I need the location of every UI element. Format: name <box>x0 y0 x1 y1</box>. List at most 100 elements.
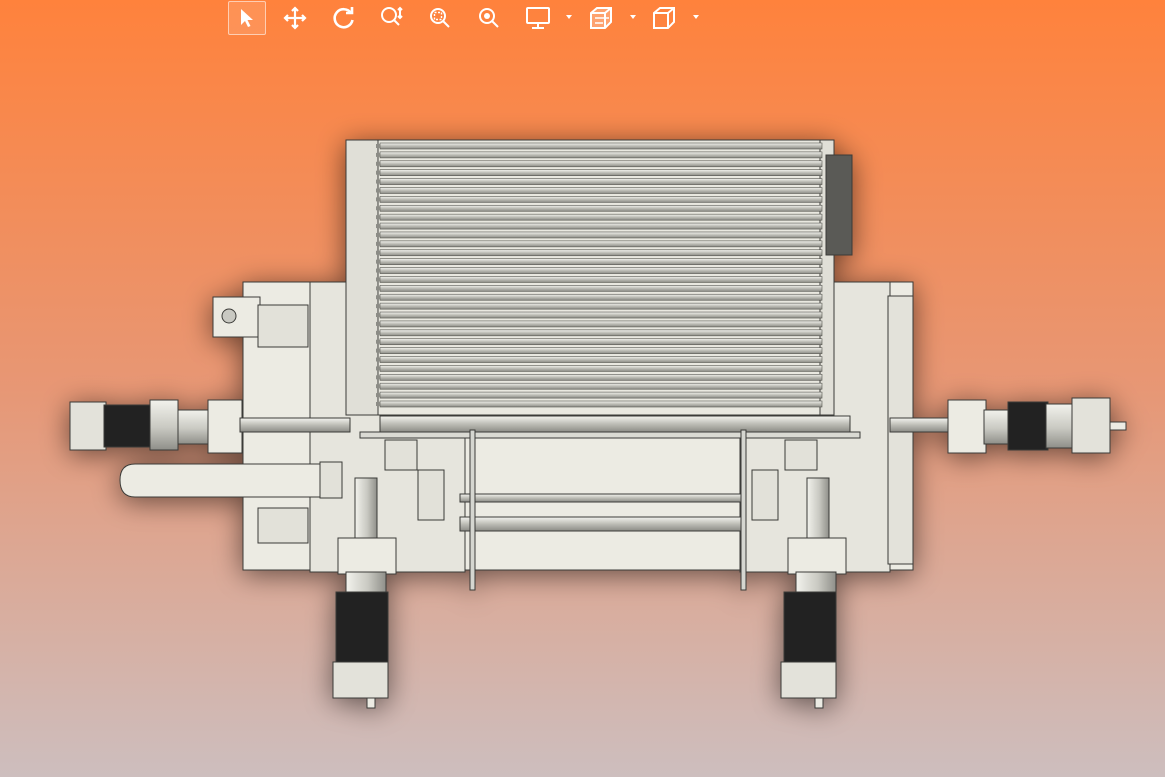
roller <box>379 151 823 159</box>
roller-end-cap <box>376 348 380 353</box>
right-support-leg <box>740 429 747 591</box>
roller <box>379 285 823 292</box>
roller-end-cap <box>376 250 380 255</box>
roller <box>379 391 823 399</box>
left-lower-clamp <box>257 507 309 544</box>
roller-end-cap <box>376 402 380 406</box>
roller-end-cap <box>376 197 380 202</box>
top-right-motor-box <box>825 154 853 256</box>
section-view-button[interactable] <box>582 1 620 35</box>
view-toolbar <box>0 0 1165 40</box>
roller <box>379 169 823 176</box>
zoom-fit-icon <box>479 8 499 28</box>
roller <box>379 329 823 337</box>
roller-end-cap <box>376 179 380 184</box>
roller <box>379 338 823 346</box>
roller <box>379 356 823 363</box>
left-lever-hub <box>319 461 343 499</box>
display-style-dropdown[interactable] <box>564 9 574 25</box>
left-support-leg <box>469 429 476 591</box>
right-guide-block <box>784 439 818 471</box>
roller-end-cap <box>376 357 380 362</box>
bottom-rod-lower <box>459 516 746 532</box>
front-rail-lower <box>359 431 861 439</box>
roller-end-cap <box>376 170 380 175</box>
roller <box>379 347 823 354</box>
chevron-down-icon <box>630 15 636 19</box>
roller-end-cap <box>376 295 380 300</box>
view-cube-icon <box>653 7 675 29</box>
roller-end-cap <box>376 286 380 291</box>
section-view-dropdown[interactable] <box>628 9 638 25</box>
roller <box>379 204 823 212</box>
left-slide-block <box>417 469 445 521</box>
roller <box>379 213 823 221</box>
cad-viewport[interactable] <box>0 0 1165 777</box>
roller-end-cap <box>376 321 380 326</box>
left-lever-arm <box>119 463 341 498</box>
rotate-icon <box>333 7 354 29</box>
bracket-hole <box>221 308 237 324</box>
left-guide-block <box>384 439 418 471</box>
zoom-in-out-icon <box>381 6 403 26</box>
roller <box>379 222 823 230</box>
roller <box>379 320 823 328</box>
roller-end-cap <box>376 366 380 371</box>
roller-end-cap <box>376 384 380 389</box>
roller-frame-left-post <box>345 139 379 416</box>
right-slide-block <box>751 469 779 521</box>
zoom-fit-button[interactable] <box>470 1 508 35</box>
roller-end-cap <box>376 268 380 273</box>
left-upper-clamp <box>257 304 309 348</box>
select-tool-button[interactable] <box>228 1 266 35</box>
select-arrow-icon <box>241 9 253 27</box>
roller <box>379 267 823 274</box>
roller <box>379 374 823 381</box>
roller-end-cap <box>376 206 380 211</box>
roller-end-cap <box>376 393 380 398</box>
view-orientation-dropdown[interactable] <box>691 9 701 25</box>
bottom-rod-upper <box>459 493 746 503</box>
roller-end-cap <box>376 224 380 229</box>
roller <box>379 311 823 319</box>
section-view-icon <box>590 7 612 29</box>
roller <box>379 178 823 185</box>
roller-end-cap <box>376 144 380 148</box>
chevron-down-icon <box>693 15 699 19</box>
rotate-tool-button[interactable] <box>325 1 363 35</box>
roller <box>379 382 823 390</box>
roller-end-cap <box>376 241 380 246</box>
zoom-in-out-button[interactable] <box>373 1 411 35</box>
left-mount-bracket <box>212 296 261 338</box>
roller <box>379 365 823 372</box>
roller <box>379 276 823 283</box>
roller-end-cap <box>376 188 380 193</box>
zoom-area-button[interactable] <box>421 1 459 35</box>
view-orientation-button[interactable] <box>645 1 683 35</box>
zoom-area-icon <box>430 8 450 28</box>
roller-end-cap <box>376 330 380 335</box>
roller-end-cap <box>376 277 380 282</box>
roller-end-cap <box>376 313 380 318</box>
front-rail <box>379 415 851 433</box>
roller-end-cap <box>376 375 380 380</box>
chevron-down-icon <box>566 15 572 19</box>
roller-end-cap <box>376 259 380 264</box>
display-monitor-icon <box>526 7 550 29</box>
roller <box>379 240 823 248</box>
display-style-button[interactable] <box>519 1 557 35</box>
roller <box>379 293 823 301</box>
roller-end-cap <box>376 215 380 220</box>
roller-end-cap <box>376 232 380 237</box>
cad-model-view[interactable] <box>0 0 1165 777</box>
roller-end-cap <box>376 152 380 157</box>
roller <box>379 231 823 239</box>
roller-end-cap <box>376 339 380 344</box>
roller <box>379 196 823 203</box>
roller-end-cap <box>376 304 380 309</box>
roller <box>379 249 823 257</box>
pan-move-icon <box>283 6 307 30</box>
pan-tool-button[interactable] <box>276 1 314 35</box>
roller <box>379 142 823 150</box>
roller-end-cap <box>376 161 380 166</box>
